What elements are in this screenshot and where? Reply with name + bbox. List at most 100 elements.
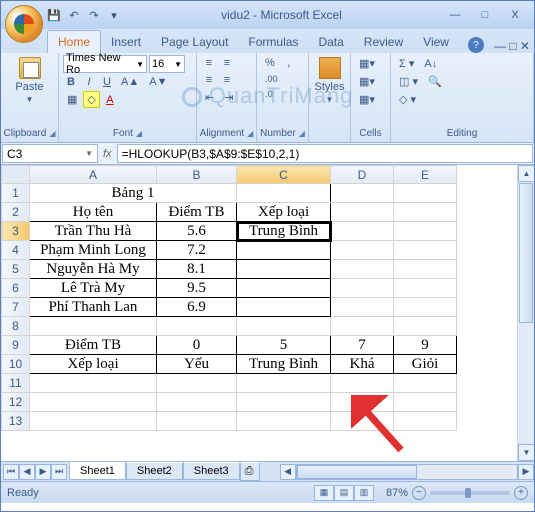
dec-inc-button[interactable]: .00: [261, 72, 282, 86]
cell-d1[interactable]: [331, 184, 394, 203]
col-header-b[interactable]: B: [157, 166, 237, 184]
cell-a10[interactable]: Xếp loại: [30, 355, 157, 374]
cell-e4[interactable]: [394, 241, 457, 260]
cell-e9[interactable]: 9: [394, 336, 457, 355]
cell-b6[interactable]: 9.5: [157, 279, 237, 298]
cell-a5[interactable]: Nguyễn Hà My: [30, 260, 157, 279]
cell-c13[interactable]: [237, 412, 331, 431]
cell-e5[interactable]: [394, 260, 457, 279]
row-header-10[interactable]: 10: [2, 355, 30, 374]
cell-d7[interactable]: [331, 298, 394, 317]
cell-c2[interactable]: Xếp loại: [237, 203, 331, 222]
cell-c9[interactable]: 5: [237, 336, 331, 355]
format-cells-button[interactable]: ▦▾: [355, 91, 379, 108]
sheet-tab-2[interactable]: Sheet2: [126, 462, 183, 480]
view-normal-button[interactable]: ▦: [314, 485, 334, 501]
close-button[interactable]: X: [500, 6, 530, 24]
insert-cells-button[interactable]: ▦▾: [355, 55, 379, 72]
cell-a2[interactable]: Họ tên: [30, 203, 157, 222]
formula-input[interactable]: =HLOOKUP(B3,$A$9:$E$10,2,1): [117, 144, 533, 163]
hscroll-thumb[interactable]: [297, 465, 417, 479]
tab-home[interactable]: Home: [47, 30, 101, 53]
clipboard-launcher-icon[interactable]: ◢: [49, 129, 55, 138]
cell-e7[interactable]: [394, 298, 457, 317]
cell-d5[interactable]: [331, 260, 394, 279]
sheet-tab-new[interactable]: ⎙: [240, 462, 260, 481]
sheet-tab-1[interactable]: Sheet1: [69, 462, 126, 480]
tab-formulas[interactable]: Formulas: [238, 31, 308, 53]
row-header-13[interactable]: 13: [2, 412, 30, 431]
maximize-button[interactable]: □: [470, 6, 500, 24]
border-button[interactable]: ▦: [63, 91, 81, 108]
row-header-1[interactable]: 1: [2, 184, 30, 203]
find-button[interactable]: 🔍: [424, 73, 446, 90]
col-header-e[interactable]: E: [394, 166, 457, 184]
minimize-button[interactable]: —: [440, 6, 470, 24]
bold-button[interactable]: B: [63, 74, 79, 90]
vertical-scrollbar[interactable]: ▲ ▼: [517, 165, 534, 461]
vscroll-thumb[interactable]: [519, 183, 533, 323]
cell-a6[interactable]: Lê Trà My: [30, 279, 157, 298]
help-icon[interactable]: ?: [468, 37, 484, 53]
font-size-combo[interactable]: 16▼: [149, 55, 185, 73]
horizontal-scrollbar[interactable]: ◀ ▶: [280, 464, 534, 480]
fill-color-button[interactable]: ◇: [83, 91, 99, 108]
cell-d9[interactable]: 7: [331, 336, 394, 355]
sort-button[interactable]: A↓: [420, 56, 441, 72]
view-break-button[interactable]: ▥: [354, 485, 374, 501]
cell-b2[interactable]: Điểm TB: [157, 203, 237, 222]
cell-d4[interactable]: [331, 241, 394, 260]
cell-d11[interactable]: [331, 374, 394, 393]
row-header-8[interactable]: 8: [2, 317, 30, 336]
row-header-12[interactable]: 12: [2, 393, 30, 412]
tab-data[interactable]: Data: [308, 31, 353, 53]
clear-button[interactable]: ◇ ▾: [395, 91, 420, 108]
name-box[interactable]: C3▼: [2, 144, 98, 163]
tab-insert[interactable]: Insert: [101, 31, 151, 53]
align-mid-button[interactable]: ≡: [219, 55, 235, 71]
cell-b9[interactable]: 0: [157, 336, 237, 355]
tab-view[interactable]: View: [413, 31, 459, 53]
cell-e12[interactable]: [394, 393, 457, 412]
number-launcher-icon[interactable]: ◢: [299, 129, 305, 138]
pct-button[interactable]: %: [261, 55, 279, 71]
cell-e11[interactable]: [394, 374, 457, 393]
alignment-launcher-icon[interactable]: ◢: [247, 129, 253, 138]
col-header-d[interactable]: D: [331, 166, 394, 184]
fx-icon[interactable]: fx: [103, 148, 112, 160]
cell-d3[interactable]: [331, 222, 394, 241]
col-header-c[interactable]: C: [237, 166, 331, 184]
tab-page-layout[interactable]: Page Layout: [151, 31, 238, 53]
scroll-down-icon[interactable]: ▼: [518, 444, 534, 461]
cell-c7[interactable]: [237, 298, 331, 317]
cell-c1[interactable]: [237, 184, 331, 203]
cell-e3[interactable]: [394, 222, 457, 241]
align-center-button[interactable]: ≡: [219, 72, 235, 88]
cell-d8[interactable]: [331, 317, 394, 336]
styles-button[interactable]: Styles ▼: [313, 55, 346, 106]
cell-c10[interactable]: Trung Bình: [237, 355, 331, 374]
cell-e10[interactable]: Giỏi: [394, 355, 457, 374]
indent-inc-button[interactable]: ⇥: [220, 89, 237, 106]
cell-c3[interactable]: Trung Bình: [237, 222, 331, 241]
autosum-button[interactable]: Σ ▾: [395, 55, 418, 72]
cell-e8[interactable]: [394, 317, 457, 336]
sheet-nav-prev[interactable]: ◀: [19, 464, 35, 480]
cell-a8[interactable]: [30, 317, 157, 336]
zoom-in-button[interactable]: +: [514, 486, 528, 500]
indent-dec-button[interactable]: ⇤: [201, 89, 218, 106]
undo-icon[interactable]: ↶: [65, 6, 83, 24]
cell-b5[interactable]: 8.1: [157, 260, 237, 279]
hscroll-right-icon[interactable]: ▶: [518, 464, 534, 480]
cell-e6[interactable]: [394, 279, 457, 298]
sheet-nav-last[interactable]: ⏭: [51, 464, 67, 480]
cell-a4[interactable]: Phạm Minh Long: [30, 241, 157, 260]
select-all-corner[interactable]: [2, 166, 30, 184]
font-color-button[interactable]: A: [102, 92, 118, 108]
fill-button[interactable]: ◫ ▾: [395, 73, 422, 90]
row-header-11[interactable]: 11: [2, 374, 30, 393]
cell-b10[interactable]: Yếu: [157, 355, 237, 374]
font-family-combo[interactable]: Times New Ro▼: [63, 55, 147, 73]
cell-c5[interactable]: [237, 260, 331, 279]
dec-dec-button[interactable]: .0: [261, 87, 277, 101]
